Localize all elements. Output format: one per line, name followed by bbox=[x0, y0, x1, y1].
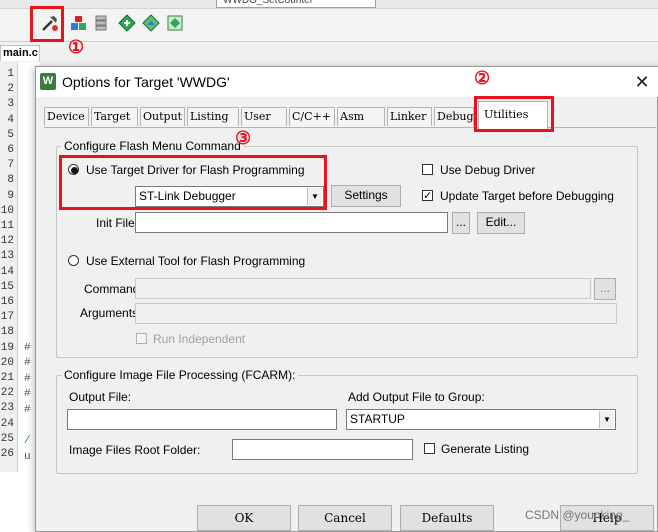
add-output-group-label: Add Output File to Group: bbox=[348, 390, 485, 404]
code-fragment: # bbox=[24, 342, 31, 354]
line-number: 12 bbox=[0, 235, 14, 248]
arguments-input bbox=[135, 303, 617, 324]
dialog-title: Options for Target 'WWDG' bbox=[62, 74, 230, 90]
arguments-label: Arguments: bbox=[80, 306, 142, 320]
annotation-number-1: ① bbox=[68, 37, 85, 57]
output-file-label: Output File: bbox=[69, 390, 132, 404]
tab-asm[interactable]: Asm bbox=[337, 107, 385, 126]
output-file-input[interactable] bbox=[67, 409, 337, 430]
line-number: 20 bbox=[0, 356, 14, 369]
file-extensions-icon[interactable] bbox=[91, 12, 113, 34]
line-number: 24 bbox=[0, 417, 14, 430]
keil-app-icon: W bbox=[40, 73, 56, 90]
annotation-number-2: ② bbox=[474, 68, 491, 88]
line-number: 25 bbox=[0, 432, 14, 445]
line-number: 21 bbox=[0, 372, 14, 384]
generate-listing-label: Generate Listing bbox=[441, 442, 530, 456]
line-number: 15 bbox=[0, 280, 14, 293]
line-number: 16 bbox=[0, 296, 14, 308]
line-number: 23 bbox=[0, 402, 14, 415]
annotation-box-2 bbox=[474, 96, 554, 132]
tab-debug[interactable]: Debug bbox=[434, 107, 474, 126]
code-fragment: # bbox=[24, 357, 31, 369]
pack-list-icon[interactable] bbox=[164, 12, 186, 34]
update-target-checkbox[interactable]: ✓ bbox=[422, 190, 433, 202]
flash-menu-group-label: Configure Flash Menu Command bbox=[61, 139, 244, 153]
line-number: 8 bbox=[7, 174, 14, 187]
csdn-watermark: CSDN @younking_ bbox=[525, 508, 630, 522]
line-number: 22 bbox=[0, 387, 14, 400]
code-fragment: # bbox=[24, 388, 31, 400]
command-label: Command: bbox=[84, 282, 143, 296]
line-number: 18 bbox=[0, 326, 14, 339]
run-independent-checkbox bbox=[136, 333, 147, 344]
tab-target[interactable]: Target bbox=[91, 107, 138, 126]
line-number: 9 bbox=[7, 189, 14, 202]
output-group-select[interactable]: STARTUP bbox=[346, 409, 616, 430]
line-number: 14 bbox=[0, 265, 14, 278]
line-number: 4 bbox=[7, 113, 14, 126]
tab-listing[interactable]: Listing bbox=[187, 107, 239, 126]
use-debug-driver-label: Use Debug Driver bbox=[440, 163, 536, 177]
settings-button[interactable]: Settings bbox=[331, 185, 401, 207]
annotation-box-3 bbox=[59, 155, 327, 210]
update-target-label: Update Target before Debugging bbox=[440, 189, 614, 203]
tab-linker[interactable]: Linker bbox=[387, 107, 432, 126]
line-number: 7 bbox=[7, 159, 14, 172]
generate-listing-checkbox[interactable] bbox=[424, 443, 435, 454]
use-external-tool-radio[interactable] bbox=[68, 255, 79, 266]
select-software-packs-icon[interactable] bbox=[140, 12, 162, 34]
line-number: 19 bbox=[0, 341, 14, 354]
code-fragment: u bbox=[24, 451, 31, 463]
line-number: 10 bbox=[0, 204, 14, 217]
init-file-label: Init File: bbox=[96, 216, 139, 230]
init-file-browse-button[interactable]: ... bbox=[452, 212, 470, 234]
line-number: 17 bbox=[0, 311, 14, 324]
line-number: 26 bbox=[0, 448, 14, 460]
line-number: 2 bbox=[7, 83, 14, 96]
tab-c-cpp[interactable]: C/C++ bbox=[289, 107, 335, 126]
tab-device[interactable]: Device bbox=[44, 107, 89, 126]
function-combo[interactable]: WWDG_SetCounter bbox=[216, 0, 376, 8]
line-number: 11 bbox=[0, 220, 14, 232]
use-external-tool-label: Use External Tool for Flash Programming bbox=[86, 254, 306, 268]
root-folder-label: Image Files Root Folder: bbox=[69, 443, 201, 457]
code-fragment: # bbox=[24, 404, 31, 416]
line-number: 6 bbox=[7, 144, 14, 156]
pack-installer-icon[interactable] bbox=[116, 12, 138, 34]
line-number: 3 bbox=[7, 98, 14, 111]
line-number: 13 bbox=[0, 250, 14, 263]
annotation-number-3: ③ bbox=[235, 128, 252, 148]
use-debug-driver-checkbox[interactable] bbox=[422, 164, 433, 175]
defaults-button[interactable]: Defaults bbox=[400, 505, 494, 531]
output-group-value: STARTUP bbox=[350, 412, 405, 426]
init-file-input[interactable] bbox=[135, 212, 448, 233]
manage-components-icon[interactable] bbox=[68, 12, 90, 34]
tab-output[interactable]: Output bbox=[140, 107, 185, 126]
line-number: 5 bbox=[7, 128, 14, 141]
code-fragment: # bbox=[24, 373, 31, 385]
file-tab-main-c[interactable]: main.c bbox=[0, 45, 40, 61]
ok-button[interactable]: OK bbox=[197, 505, 291, 531]
close-icon[interactable]: ✕ bbox=[630, 70, 654, 94]
code-fragment: / bbox=[24, 435, 31, 447]
edit-button[interactable]: Edit... bbox=[477, 212, 525, 234]
cancel-button[interactable]: Cancel bbox=[298, 505, 392, 531]
command-input bbox=[135, 278, 591, 299]
chevron-down-icon[interactable]: ▼ bbox=[599, 411, 614, 428]
annotation-box-1 bbox=[30, 6, 64, 42]
tab-user[interactable]: User bbox=[241, 107, 287, 126]
line-number: 1 bbox=[7, 68, 14, 80]
root-folder-input[interactable] bbox=[232, 439, 413, 460]
command-browse-button: ... bbox=[594, 278, 616, 300]
image-processing-group-label: Configure Image File Processing (FCARM): bbox=[61, 368, 299, 382]
run-independent-label: Run Independent bbox=[153, 332, 246, 346]
